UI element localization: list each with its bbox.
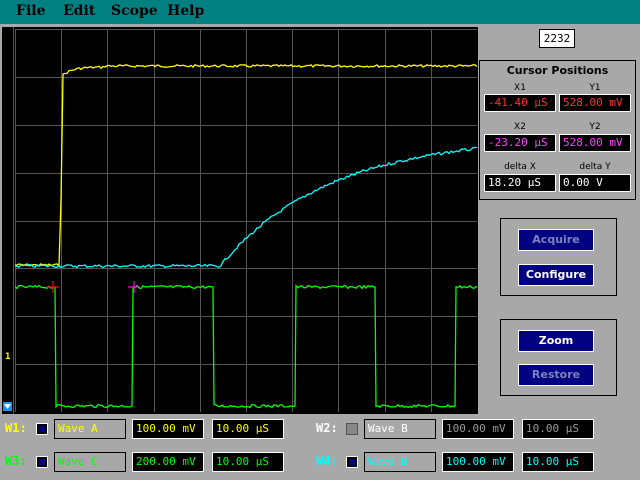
w4-label: W4: — [316, 454, 338, 468]
y2-value: 528.00 mV — [559, 134, 631, 152]
y2-label: Y2 — [589, 122, 601, 132]
w1-volts[interactable]: 100.00 mV — [132, 419, 204, 439]
acquire-panel: Acquire Configure — [500, 218, 617, 296]
acquire-button[interactable]: Acquire — [518, 229, 594, 251]
w2-checkbox[interactable] — [346, 423, 358, 435]
w4-volts[interactable]: 100.00 mV — [442, 452, 514, 472]
menu-edit[interactable]: Edit — [63, 3, 95, 19]
w1-name[interactable]: Wave A — [54, 419, 126, 439]
w1-label: W1: — [5, 421, 27, 435]
waveform-plot[interactable] — [15, 29, 477, 412]
y1-value: 528.00 mV — [559, 94, 631, 112]
w1-checkbox[interactable] — [36, 423, 48, 435]
w2-time[interactable]: 10.00 µS — [522, 419, 594, 439]
w4-time[interactable]: 10.00 µS — [522, 452, 594, 472]
acquisition-counter: 2232 — [539, 29, 575, 48]
x2-value: -23.20 µS — [484, 134, 556, 152]
w3-checkbox[interactable] — [36, 456, 48, 468]
zoom-panel: Zoom Restore — [500, 319, 617, 396]
delta-y-label: delta Y — [579, 162, 611, 172]
w2-volts[interactable]: 100.00 mV — [442, 419, 514, 439]
cursor-positions-panel: Cursor Positions X1 Y1 -41.40 µS 528.00 … — [479, 60, 636, 200]
w4-checkbox[interactable] — [346, 456, 358, 468]
menu-bar: File Edit Scope Help — [0, 0, 640, 24]
x1-label: X1 — [514, 83, 526, 93]
cursor-positions-title: Cursor Positions — [506, 64, 609, 77]
cursor-2-marker[interactable] — [128, 281, 140, 293]
channel-marker: 1 — [5, 352, 11, 362]
zoom-button[interactable]: Zoom — [518, 330, 594, 352]
menu-help[interactable]: Help — [167, 3, 204, 19]
scroll-down-icon[interactable] — [3, 402, 12, 411]
w3-name[interactable]: Wave C — [54, 452, 126, 472]
delta-x-value: 18.20 µS — [484, 174, 556, 192]
x2-label: X2 — [514, 122, 526, 132]
restore-button[interactable]: Restore — [518, 364, 594, 386]
w1-time[interactable]: 10.00 µS — [212, 419, 284, 439]
x1-value: -41.40 µS — [484, 94, 556, 112]
w3-volts[interactable]: 200.00 mV — [132, 452, 204, 472]
w2-name[interactable]: Wave B — [364, 419, 436, 439]
w4-name[interactable]: Wave D — [364, 452, 436, 472]
configure-button[interactable]: Configure — [518, 264, 594, 286]
w2-label: W2: — [316, 421, 338, 435]
cursor-1-marker[interactable] — [47, 281, 59, 293]
delta-y-value: 0.00 V — [559, 174, 631, 192]
menu-scope[interactable]: Scope — [111, 3, 158, 19]
w3-label: W3: — [5, 454, 27, 468]
delta-x-label: delta X — [504, 162, 536, 172]
grid — [15, 29, 477, 412]
w3-time[interactable]: 10.00 µS — [212, 452, 284, 472]
y1-label: Y1 — [589, 83, 601, 93]
menu-file[interactable]: File — [16, 3, 45, 19]
